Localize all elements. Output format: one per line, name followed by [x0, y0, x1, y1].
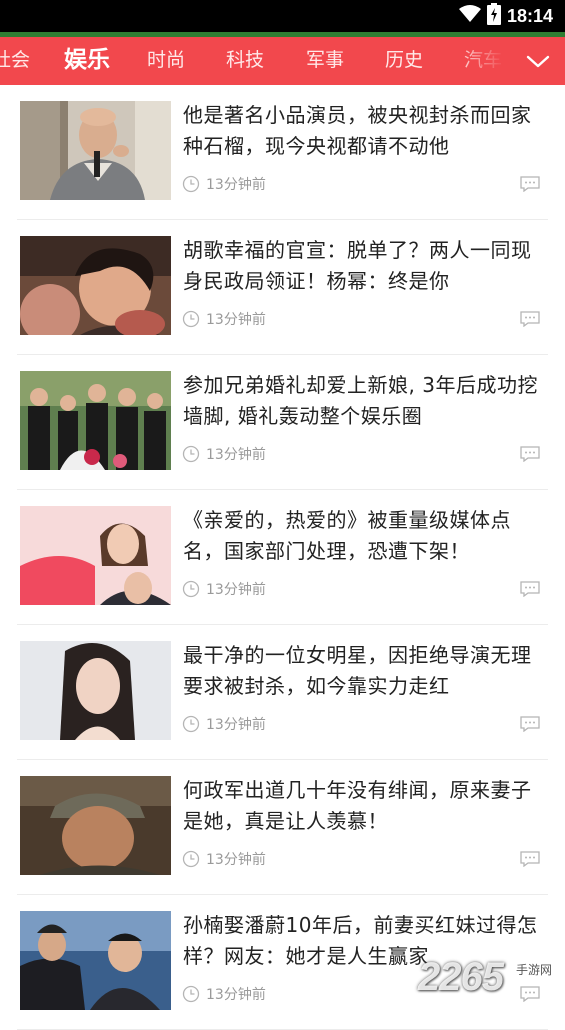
comment-icon[interactable]	[520, 446, 540, 462]
clock-icon	[182, 850, 200, 868]
article-title[interactable]: 最干净的一位女明星，因拒绝导演无理要求被封杀，如今靠实力走红	[183, 640, 538, 702]
article-thumbnail	[20, 371, 171, 470]
article-item[interactable]: 最干净的一位女明星，因拒绝导演无理要求被封杀，如今靠实力走红 13分钟前	[17, 625, 548, 760]
article-item[interactable]: 何政军出道几十年没有绯闻，原来妻子是她，真是让人羡慕！ 13分钟前	[17, 760, 548, 895]
article-time: 13分钟前	[206, 312, 266, 328]
article-meta: 13分钟前	[182, 984, 266, 1004]
comment-icon[interactable]	[520, 311, 540, 327]
article-title[interactable]: 胡歌幸福的官宣：脱单了？两人一同现身民政局领证！杨幂：终是你	[183, 235, 538, 297]
battery-icon	[486, 3, 501, 29]
article-meta: 13分钟前	[182, 714, 266, 734]
watermark-text: 2265	[418, 955, 504, 999]
article-thumbnail	[20, 911, 171, 1010]
clock-icon	[182, 580, 200, 598]
comment-icon[interactable]	[520, 716, 540, 732]
article-meta: 13分钟前	[182, 849, 266, 869]
clock-icon	[182, 985, 200, 1003]
watermark-logo: 2265 手游网	[418, 955, 565, 1007]
comment-icon[interactable]	[520, 851, 540, 867]
article-time: 13分钟前	[206, 987, 266, 1003]
tab-tech[interactable]: 科技	[226, 37, 264, 85]
article-meta: 13分钟前	[182, 174, 266, 194]
article-item[interactable]: 《亲爱的，热爱的》被重量级媒体点名，国家部门处理，恐遭下架！ 13分钟前	[17, 490, 548, 625]
wifi-icon	[458, 5, 481, 27]
clock-icon	[182, 310, 200, 328]
status-icons: 18:14	[458, 3, 553, 29]
tab-society[interactable]: 社会	[0, 37, 30, 85]
article-time: 13分钟前	[206, 177, 266, 193]
article-thumbnail	[20, 776, 171, 875]
article-thumbnail	[20, 236, 171, 335]
article-time: 13分钟前	[206, 582, 266, 598]
tab-military[interactable]: 军事	[306, 37, 344, 85]
article-thumbnail	[20, 506, 171, 605]
article-thumbnail	[20, 641, 171, 740]
chevron-down-icon[interactable]	[525, 49, 551, 73]
article-thumbnail	[20, 101, 171, 200]
watermark-subtext: 手游网	[516, 963, 553, 977]
clock-icon	[182, 445, 200, 463]
comment-icon[interactable]	[520, 176, 540, 192]
article-item[interactable]: 胡歌幸福的官宣：脱单了？两人一同现身民政局领证！杨幂：终是你 13分钟前	[17, 220, 548, 355]
article-time: 13分钟前	[206, 447, 266, 463]
tab-history[interactable]: 历史	[385, 37, 423, 85]
article-title[interactable]: 何政军出道几十年没有绯闻，原来妻子是她，真是让人羡慕！	[183, 775, 538, 837]
article-list: 他是著名小品演员，被央视封杀而回家种石榴，现今央视都请不动他 13分钟前 胡歌幸…	[0, 85, 565, 1030]
article-item[interactable]: 他是著名小品演员，被央视封杀而回家种石榴，现今央视都请不动他 13分钟前	[17, 85, 548, 220]
comment-icon[interactable]	[520, 581, 540, 597]
category-nav: 社会 娱乐 时尚 科技 军事 历史 汽车	[0, 37, 565, 85]
clock-icon	[182, 715, 200, 733]
status-bar: 18:14	[0, 0, 565, 32]
article-meta: 13分钟前	[182, 444, 266, 464]
article-meta: 13分钟前	[182, 579, 266, 599]
tab-entertainment[interactable]: 娱乐	[64, 37, 110, 85]
article-title[interactable]: 他是著名小品演员，被央视封杀而回家种石榴，现今央视都请不动他	[183, 100, 538, 162]
tab-fashion[interactable]: 时尚	[147, 37, 185, 85]
clock-icon	[182, 175, 200, 193]
article-item[interactable]: 参加兄弟婚礼却爱上新娘, 3年后成功挖墙脚, 婚礼轰动整个娱乐圈 13分钟前	[17, 355, 548, 490]
article-time: 13分钟前	[206, 852, 266, 868]
article-meta: 13分钟前	[182, 309, 266, 329]
article-title[interactable]: 《亲爱的，热爱的》被重量级媒体点名，国家部门处理，恐遭下架！	[183, 505, 538, 567]
status-time: 18:14	[506, 5, 553, 26]
article-title[interactable]: 参加兄弟婚礼却爱上新娘, 3年后成功挖墙脚, 婚礼轰动整个娱乐圈	[183, 370, 538, 432]
article-time: 13分钟前	[206, 717, 266, 733]
